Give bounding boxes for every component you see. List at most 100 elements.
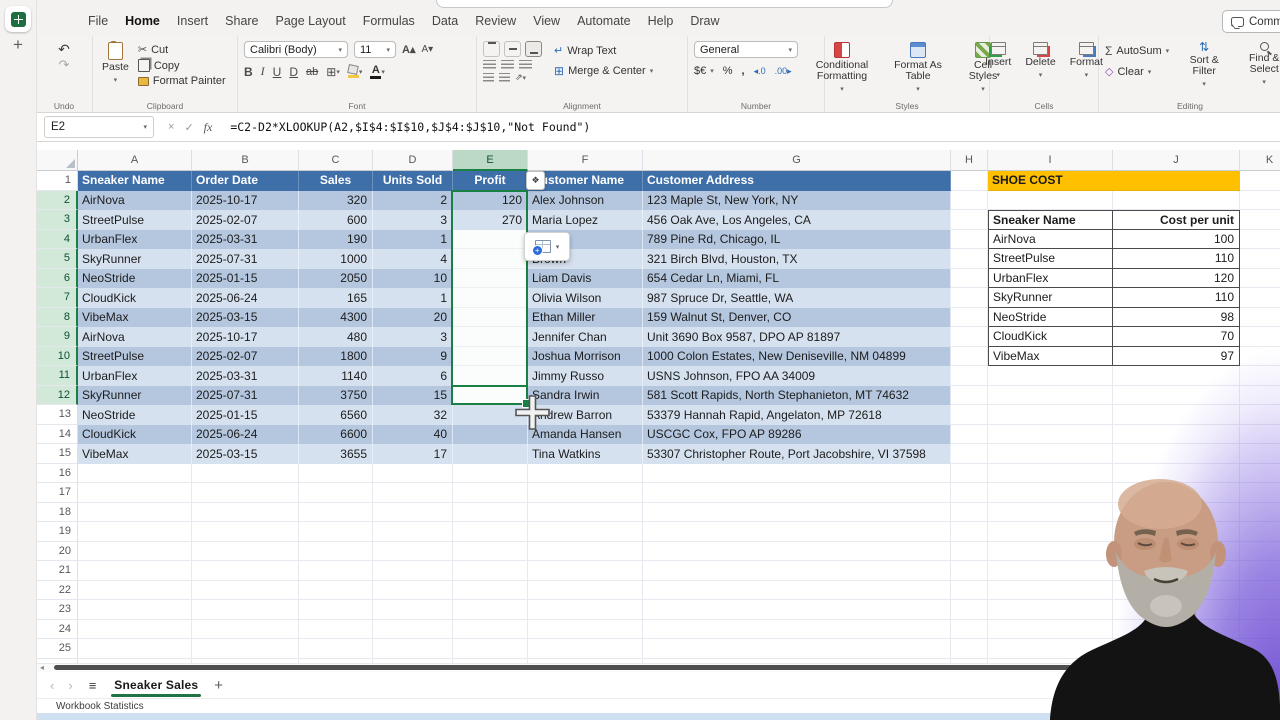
cell-C21[interactable]: [299, 561, 373, 581]
row-header-5[interactable]: 5: [36, 249, 78, 269]
row-header-19[interactable]: 19: [36, 522, 78, 542]
row-header-22[interactable]: 22: [36, 580, 78, 600]
cell-A15[interactable]: VibeMax: [78, 444, 192, 464]
cell-E3[interactable]: 270: [453, 210, 528, 230]
cell-I17[interactable]: [988, 483, 1113, 503]
row-header-18[interactable]: 18: [36, 502, 78, 522]
borders-icon[interactable]: ⊞ ▾: [326, 65, 340, 79]
sheet-tab-sneaker-sales[interactable]: Sneaker Sales: [111, 672, 202, 698]
row-header-3[interactable]: 3: [36, 210, 78, 230]
cell-A16[interactable]: [78, 463, 192, 483]
cell-I8[interactable]: NeoStride: [988, 307, 1113, 327]
strikethrough-icon[interactable]: ab: [306, 66, 318, 78]
cell-E1[interactable]: Profit: [453, 171, 528, 191]
cell-E25[interactable]: [453, 639, 528, 659]
cell-A7[interactable]: CloudKick: [78, 288, 192, 308]
cell-F24[interactable]: [528, 619, 643, 639]
prev-sheet-icon[interactable]: ‹: [50, 678, 54, 693]
align-center-icon[interactable]: [501, 60, 514, 69]
cell-C15[interactable]: 3655: [299, 444, 373, 464]
cell-J14[interactable]: [1113, 424, 1240, 444]
sheet-list-icon[interactable]: ≡: [89, 678, 97, 693]
cell-J13[interactable]: [1113, 405, 1240, 425]
cell-D23[interactable]: [373, 600, 453, 620]
column-header-G[interactable]: G: [643, 150, 951, 171]
cell-E24[interactable]: [453, 619, 528, 639]
cell-J2[interactable]: [1113, 190, 1240, 210]
cell-J3[interactable]: Cost per unit: [1113, 210, 1240, 230]
cell-D17[interactable]: [373, 483, 453, 503]
cell-C25[interactable]: [299, 639, 373, 659]
cell-A4[interactable]: UrbanFlex: [78, 229, 192, 249]
cell-B8[interactable]: 2025-03-15: [192, 307, 299, 327]
cell-K18[interactable]: [1240, 503, 1280, 522]
cell-J12[interactable]: [1113, 385, 1240, 405]
cell-H20[interactable]: [951, 541, 988, 561]
wrap-text-button[interactable]: ↵ Wrap Text: [554, 44, 653, 58]
cell-C22[interactable]: [299, 580, 373, 600]
cell-K1[interactable]: [1240, 171, 1280, 191]
cell-A19[interactable]: [78, 522, 192, 542]
cell-I4[interactable]: AirNova: [988, 229, 1113, 249]
cell-D9[interactable]: 3: [373, 327, 453, 347]
cell-A25[interactable]: [78, 639, 192, 659]
cell-K6[interactable]: [1240, 269, 1280, 288]
cell-K3[interactable]: [1240, 210, 1280, 230]
cell-G1[interactable]: Customer Address: [643, 171, 951, 191]
column-header-I[interactable]: I: [988, 150, 1113, 171]
cell-F1[interactable]: Customer Name: [528, 171, 643, 191]
column-header-A[interactable]: A: [78, 150, 192, 171]
cell-I15[interactable]: [988, 444, 1113, 464]
cell-K4[interactable]: [1240, 230, 1280, 249]
cell-K15[interactable]: [1240, 444, 1280, 464]
cell-K5[interactable]: [1240, 249, 1280, 269]
cell-D6[interactable]: 10: [373, 268, 453, 288]
menu-tab-share[interactable]: Share: [225, 14, 258, 28]
cell-J25[interactable]: [1113, 639, 1240, 659]
delete-cells-button[interactable]: Delete ▾: [1022, 41, 1058, 82]
row-header-24[interactable]: 24: [36, 619, 78, 639]
cell-J5[interactable]: 110: [1113, 249, 1240, 269]
next-sheet-icon[interactable]: ›: [68, 678, 72, 693]
cell-I10[interactable]: VibeMax: [988, 346, 1113, 366]
cell-G24[interactable]: [643, 619, 951, 639]
cell-G12[interactable]: 581 Scott Rapids, North Stephanieton, MT…: [643, 385, 951, 405]
cell-H22[interactable]: [951, 580, 988, 600]
undo-icon[interactable]: ↶: [58, 42, 70, 56]
cell-H16[interactable]: [951, 463, 988, 483]
cell-A18[interactable]: [78, 502, 192, 522]
cell-F23[interactable]: [528, 600, 643, 620]
cell-G14[interactable]: USCGC Cox, FPO AP 89286: [643, 424, 951, 444]
cell-I1-shoe-cost-title[interactable]: SHOE COST: [988, 171, 1240, 191]
cell-C20[interactable]: [299, 541, 373, 561]
cell-C3[interactable]: 600: [299, 210, 373, 230]
cell-F11[interactable]: Jimmy Russo: [528, 366, 643, 386]
format-painter-button[interactable]: Format Painter: [137, 75, 226, 87]
data-insights-icon[interactable]: ❖: [526, 171, 545, 190]
cell-F6[interactable]: Liam Davis: [528, 268, 643, 288]
cell-G13[interactable]: 53379 Hannah Rapid, Angelaton, MP 72618: [643, 405, 951, 425]
cell-I19[interactable]: [988, 522, 1113, 542]
row-header-21[interactable]: 21: [36, 561, 78, 581]
cell-I23[interactable]: [988, 600, 1113, 620]
fill-handle[interactable]: [522, 399, 531, 408]
cell-J20[interactable]: [1113, 541, 1240, 561]
cell-D10[interactable]: 9: [373, 346, 453, 366]
cell-D1[interactable]: Units Sold: [373, 171, 453, 191]
column-header-C[interactable]: C: [299, 150, 373, 171]
cell-J19[interactable]: [1113, 522, 1240, 542]
column-header-E[interactable]: E: [453, 150, 528, 171]
cell-D14[interactable]: 40: [373, 424, 453, 444]
row-header-12[interactable]: 12: [36, 385, 78, 405]
number-format-select[interactable]: General ▾: [694, 41, 798, 58]
cell-E19[interactable]: [453, 522, 528, 542]
confirm-entry-icon[interactable]: ✓: [184, 121, 193, 134]
cell-H9[interactable]: [951, 327, 988, 347]
decrease-indent-icon[interactable]: [483, 73, 494, 82]
cell-E15[interactable]: [453, 444, 528, 464]
cell-I25[interactable]: [988, 639, 1113, 659]
column-header-J[interactable]: J: [1113, 150, 1240, 171]
horizontal-scrollbar-thumb[interactable]: [54, 665, 1272, 670]
row-header-7[interactable]: 7: [36, 288, 78, 308]
cell-H13[interactable]: [951, 405, 988, 425]
